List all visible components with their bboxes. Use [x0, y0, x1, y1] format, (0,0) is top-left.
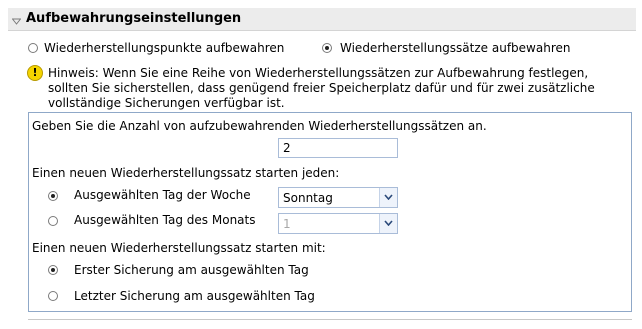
radio-last-backup-label: Letzter Sicherung am ausgewählten Tag [74, 289, 315, 303]
section-header[interactable]: Aufbewahrungseinstellungen [8, 8, 636, 31]
radio-keep-recovery-sets[interactable] [322, 43, 332, 53]
radio-day-of-week[interactable] [48, 191, 58, 201]
start-every-label: Einen neuen Wiederherstellungssatz start… [32, 166, 340, 180]
recovery-set-count-value: 2 [283, 141, 291, 155]
radio-last-backup[interactable] [48, 291, 58, 301]
start-with-label: Einen neuen Wiederherstellungssatz start… [32, 241, 326, 255]
radio-day-of-week-label: Ausgewählten Tag der Woche [74, 188, 251, 202]
monthday-select-value: 1 [283, 217, 291, 231]
radio-day-of-month-label: Ausgewählten Tag des Monats [74, 213, 256, 227]
count-label: Geben Sie die Anzahl von aufzubewahrende… [32, 119, 487, 133]
weekday-select[interactable]: Sonntag [278, 187, 398, 208]
monthday-select[interactable]: 1 [278, 213, 398, 234]
radio-keep-recovery-sets-label: Wiederherstellungssätze aufbewahren [340, 41, 571, 55]
dropdown-arrow-icon[interactable] [379, 214, 397, 233]
radio-first-backup[interactable] [48, 265, 58, 275]
hint-text: Hinweis: Wenn Sie eine Reihe von Wiederh… [48, 66, 595, 110]
warning-icon: ! [27, 65, 43, 81]
weekday-select-value: Sonntag [283, 191, 333, 205]
radio-first-backup-label: Erster Sicherung am ausgewählten Tag [74, 263, 309, 277]
radio-keep-recovery-points[interactable] [28, 43, 38, 53]
radio-day-of-month[interactable] [48, 216, 58, 226]
section-title: Aufbewahrungseinstellungen [26, 11, 242, 26]
divider [28, 319, 632, 320]
chevron-down-icon[interactable] [11, 14, 22, 28]
recovery-set-count-input[interactable]: 2 [278, 138, 398, 158]
dropdown-arrow-icon[interactable] [379, 188, 397, 207]
radio-keep-recovery-points-label: Wiederherstellungspunkte aufbewahren [44, 41, 285, 55]
